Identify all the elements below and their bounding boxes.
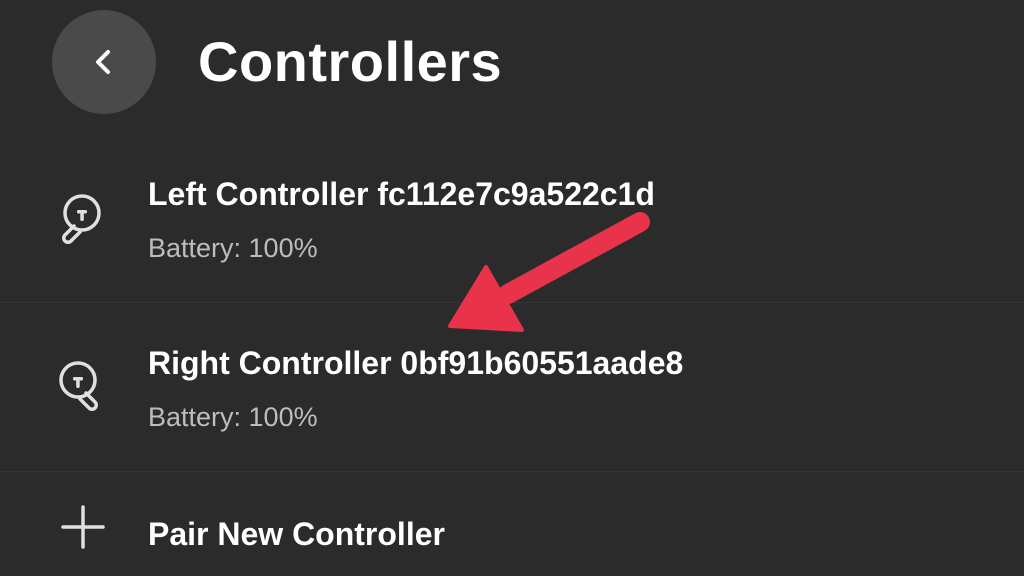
controller-name: Left Controller fc112e7c9a522c1d	[148, 176, 655, 212]
pair-new-controller-button[interactable]: Pair New Controller	[0, 472, 1024, 576]
controllers-screen: Controllers Left Controller fc112e7c9a52…	[0, 0, 1024, 576]
plus-icon	[61, 505, 105, 549]
chevron-left-icon	[96, 50, 110, 74]
page-title: Controllers	[198, 30, 503, 93]
controller-list-item-left[interactable]: Left Controller fc112e7c9a522c1d Battery…	[0, 134, 1024, 302]
controller-icon	[62, 194, 101, 244]
battery-status: Battery: 100%	[148, 402, 318, 432]
controller-name: Right Controller 0bf91b60551aade8	[148, 345, 684, 381]
controller-list-item-right[interactable]: Right Controller 0bf91b60551aade8 Batter…	[0, 303, 1024, 471]
battery-status: Battery: 100%	[148, 233, 318, 263]
controller-icon	[59, 361, 98, 411]
back-button[interactable]	[52, 10, 156, 114]
pair-new-controller-label: Pair New Controller	[148, 516, 445, 552]
